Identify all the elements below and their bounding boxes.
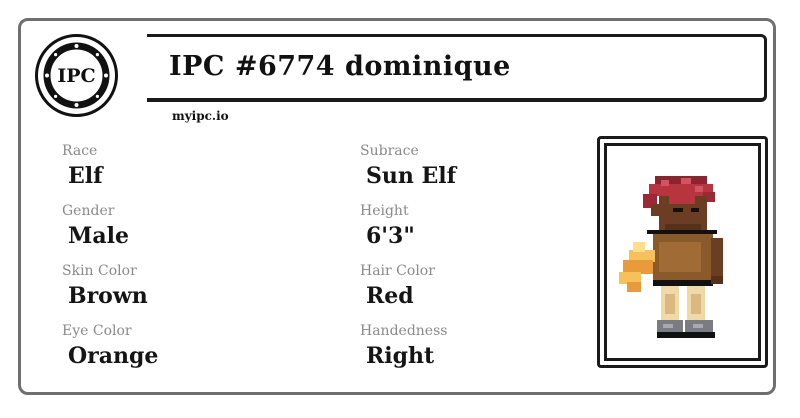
- hair-color-value: Red: [366, 283, 414, 309]
- handedness-field: Handedness Right: [360, 323, 447, 369]
- portrait-inner-frame: [604, 143, 761, 361]
- subrace-value: Sun Elf: [366, 163, 457, 189]
- ipc-seal-icon: IPC: [35, 34, 118, 117]
- title-bar: IPC #6774 dominique: [147, 34, 767, 102]
- subrace-label: Subrace: [360, 143, 419, 159]
- hair-color-label: Hair Color: [360, 263, 435, 279]
- eye-color-value: Orange: [68, 343, 159, 369]
- site-url: myipc.io: [172, 109, 229, 123]
- eye-color-field: Eye Color Orange: [62, 323, 158, 369]
- eye-color-label: Eye Color: [62, 323, 132, 339]
- skin-color-value: Brown: [68, 283, 148, 309]
- portrait-frame: [597, 136, 768, 368]
- race-label: Race: [62, 143, 98, 159]
- ipc-card: IPC IPC #6774 dominique myipc.io Race El…: [18, 18, 776, 395]
- subrace-field: Subrace Sun Elf: [360, 143, 456, 189]
- hair-color-field: Hair Color Red: [360, 263, 435, 309]
- gender-label: Gender: [62, 203, 115, 219]
- race-field: Race Elf: [62, 143, 103, 189]
- race-value: Elf: [68, 163, 103, 189]
- handedness-value: Right: [366, 343, 435, 369]
- page-title: IPC #6774 dominique: [169, 51, 511, 82]
- logo-text: IPC: [57, 65, 95, 87]
- skin-color-field: Skin Color Brown: [62, 263, 148, 309]
- gender-field: Gender Male: [62, 203, 129, 249]
- skin-color-label: Skin Color: [62, 263, 137, 279]
- height-value: 6'3": [366, 223, 415, 249]
- height-label: Height: [360, 203, 409, 219]
- height-field: Height 6'3": [360, 203, 415, 249]
- handedness-label: Handedness: [360, 323, 448, 339]
- gender-value: Male: [68, 223, 129, 249]
- character-sprite-icon: [619, 176, 723, 338]
